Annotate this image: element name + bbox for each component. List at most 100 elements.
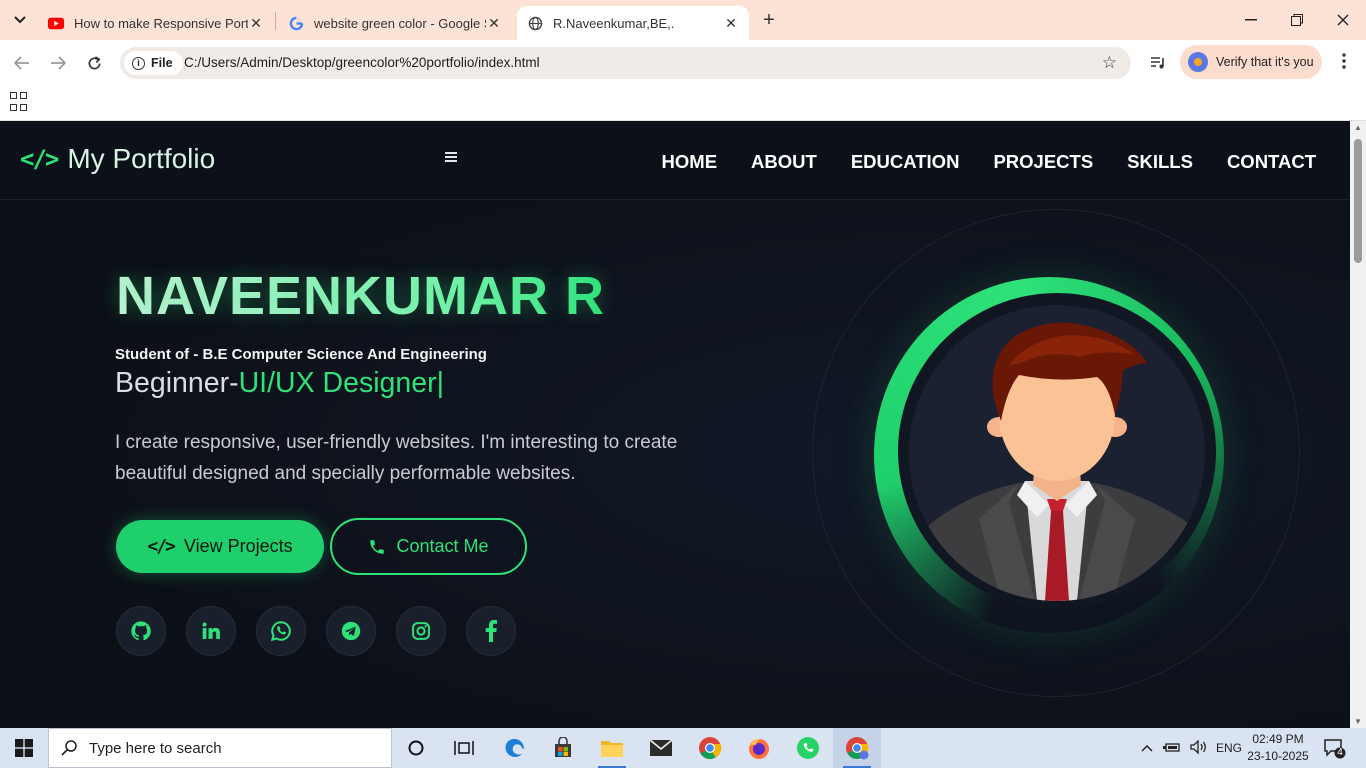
chrome-icon (846, 737, 869, 760)
browser-tab-bar: How to make Responsive Portfolio ✕ websi… (0, 0, 1366, 40)
close-tab-icon[interactable]: ✕ (248, 15, 264, 32)
address-bar[interactable]: i File C:/Users/Admin/Desktop/greencolor… (120, 47, 1131, 79)
address-chip-label: File (151, 56, 173, 70)
reload-button[interactable] (82, 51, 106, 75)
tab-search-button[interactable] (8, 8, 32, 32)
github-link[interactable] (116, 606, 166, 656)
reload-icon (88, 55, 100, 69)
hamburger-menu-icon[interactable] (445, 152, 457, 162)
profile-avatar (909, 305, 1205, 601)
back-button[interactable] (10, 51, 34, 75)
code-icon: </> (147, 536, 175, 557)
facebook-link[interactable] (466, 606, 516, 656)
battery-icon[interactable] (1158, 741, 1186, 756)
telegram-icon (341, 621, 361, 641)
scroll-up-icon[interactable]: ▲ (1353, 123, 1363, 132)
firefox-icon (749, 738, 769, 759)
facebook-icon (485, 620, 497, 642)
volume-icon[interactable] (1186, 738, 1212, 757)
verify-label: Verify that it's you (1216, 55, 1314, 69)
cortana-button[interactable] (392, 728, 440, 768)
instagram-link[interactable] (396, 606, 446, 656)
browser-toolbar: i File C:/Users/Admin/Desktop/greencolor… (0, 40, 1366, 86)
chevron-down-icon (14, 16, 26, 24)
close-tab-icon[interactable]: ✕ (723, 15, 739, 32)
language-indicator[interactable]: ENG (1216, 741, 1242, 755)
whatsapp-link[interactable] (256, 606, 306, 656)
minimize-button[interactable] (1228, 0, 1274, 40)
page-scrollbar[interactable]: ▲ ▼ (1350, 121, 1366, 728)
nav-home[interactable]: HOME (662, 151, 718, 173)
start-button[interactable] (0, 728, 48, 768)
system-tray: ENG (1138, 728, 1242, 768)
cortana-icon (408, 740, 424, 756)
clock-time: 02:49 PM (1252, 732, 1304, 746)
notification-count: 4 (1337, 747, 1343, 758)
bookmarks-bar (0, 86, 1366, 121)
task-view-button[interactable] (440, 728, 488, 768)
restore-button[interactable] (1274, 0, 1320, 40)
hero-description: I create responsive, user-friendly websi… (115, 432, 678, 484)
github-icon (131, 621, 151, 641)
webpage-viewport: </> My Portfolio HOME ABOUT EDUCATION PR… (0, 121, 1350, 728)
info-icon: i (132, 56, 145, 70)
notification-center-button[interactable]: 4 (1322, 736, 1346, 760)
hero-name: NAVEENKUMAR R (116, 266, 606, 326)
chrome-profile-app[interactable] (833, 728, 881, 768)
close-tab-icon[interactable]: ✕ (486, 15, 502, 32)
system-clock[interactable]: 02:49 PM 23-10-2025 (1244, 731, 1312, 765)
forward-button[interactable] (46, 51, 70, 75)
clock-date: 23-10-2025 (1247, 749, 1309, 763)
minimize-icon (1245, 19, 1257, 21)
restore-icon (1291, 14, 1303, 26)
tab-google-search[interactable]: website green color - Google Search ✕ (278, 6, 512, 40)
scroll-down-icon[interactable]: ▼ (1353, 717, 1363, 726)
nav-projects[interactable]: PROJECTS (993, 151, 1093, 173)
profile-avatar-icon (1188, 52, 1208, 72)
tab-youtube[interactable]: How to make Responsive Portfolio ✕ (38, 6, 274, 40)
chrome-icon (699, 737, 722, 759)
mail-app[interactable] (637, 728, 685, 768)
linkedin-link[interactable] (186, 606, 236, 656)
apps-grid-icon[interactable] (10, 92, 30, 112)
chrome-app[interactable] (686, 728, 734, 768)
telegram-link[interactable] (326, 606, 376, 656)
tab-separator (275, 12, 276, 30)
folder-icon (601, 741, 623, 757)
linkedin-icon (202, 622, 220, 639)
logo-text: My Portfolio (67, 143, 216, 174)
contact-me-button[interactable]: Contact Me (330, 518, 527, 575)
edge-app[interactable] (491, 728, 539, 768)
tab-portfolio[interactable]: R.Naveenkumar,BE,. ✕ (517, 6, 749, 40)
chevron-up-icon[interactable] (1138, 741, 1156, 755)
nav-skills[interactable]: SKILLS (1127, 151, 1193, 173)
scrollbar-thumb[interactable] (1354, 139, 1362, 263)
firefox-app[interactable] (735, 728, 783, 768)
new-tab-button[interactable]: + (758, 9, 780, 31)
whatsapp-app[interactable] (784, 728, 832, 768)
student-line: Student of - B.E Computer Science And En… (115, 346, 487, 363)
nav-about[interactable]: ABOUT (751, 151, 817, 173)
instagram-icon (412, 622, 430, 640)
close-window-button[interactable] (1320, 0, 1366, 40)
nav-contact[interactable]: CONTACT (1227, 151, 1316, 173)
file-explorer-app[interactable] (588, 728, 636, 768)
store-app[interactable] (539, 728, 587, 768)
view-projects-button[interactable]: </> View Projects (116, 520, 324, 573)
browser-menu-button[interactable] (1334, 51, 1354, 75)
site-info-chip[interactable]: i File (124, 51, 183, 75)
taskbar-search[interactable]: Type here to search (48, 728, 392, 768)
verify-identity-button[interactable]: Verify that it's you (1180, 45, 1322, 79)
tab-title: website green color - Google Search (314, 15, 486, 31)
tab-title: R.Naveenkumar,BE,. (553, 15, 675, 31)
globe-icon (527, 15, 543, 31)
close-icon (1337, 14, 1349, 26)
whatsapp-icon (270, 621, 291, 642)
url-text[interactable]: C:/Users/Admin/Desktop/greencolor%20port… (184, 55, 540, 70)
media-controls-button[interactable] (1146, 51, 1170, 75)
store-icon (555, 737, 571, 757)
site-logo[interactable]: </> My Portfolio (20, 143, 215, 175)
bookmark-star-icon[interactable]: ☆ (1102, 53, 1117, 73)
nav-education[interactable]: EDUCATION (851, 151, 960, 173)
search-placeholder: Type here to search (89, 739, 222, 757)
